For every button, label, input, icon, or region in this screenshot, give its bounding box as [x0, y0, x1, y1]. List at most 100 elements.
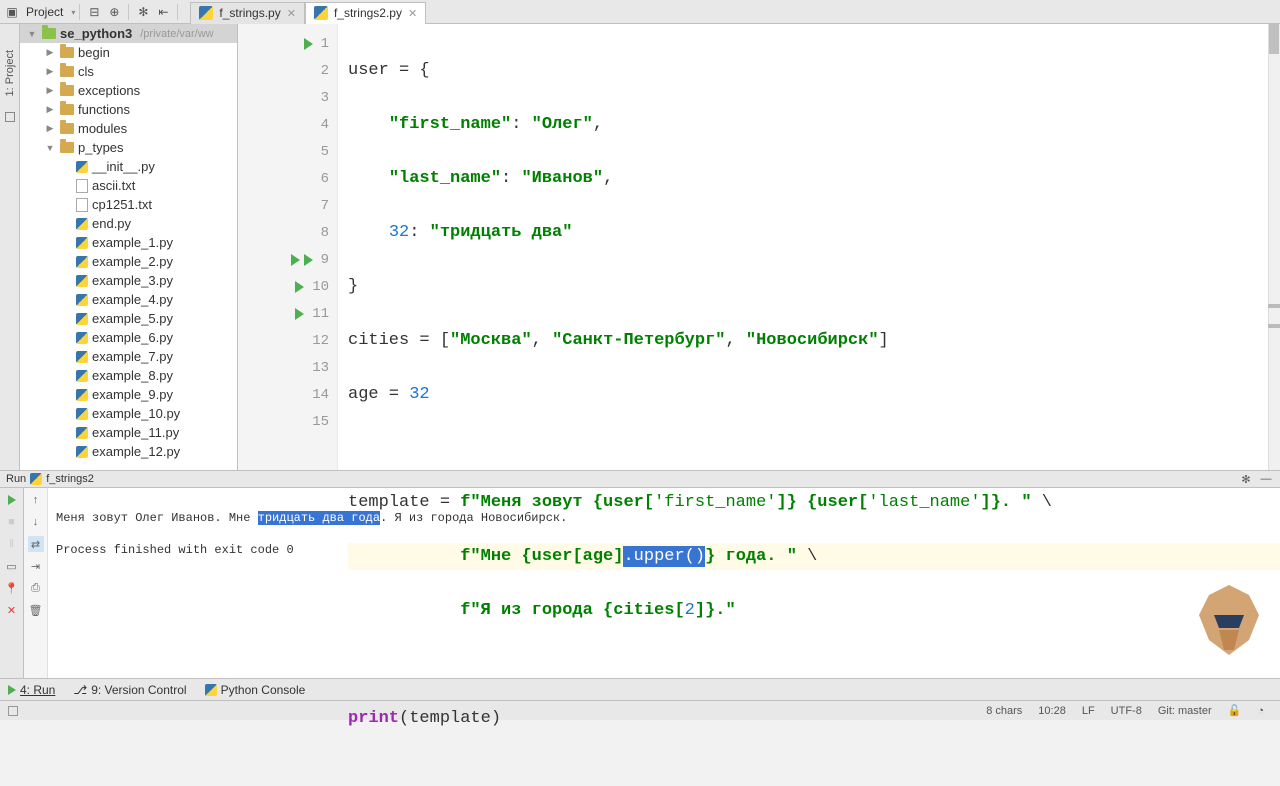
close-icon[interactable]: ✕: [408, 7, 417, 20]
rerun-icon[interactable]: [4, 492, 20, 508]
collapse-icon[interactable]: ⊟: [86, 4, 102, 20]
avatar-image: [1188, 580, 1270, 670]
tree-file[interactable]: ascii.txt: [20, 176, 237, 195]
code-text[interactable]: user = { "first_name": "Олег", "last_nam…: [338, 24, 1280, 470]
run-gutter-icon[interactable]: [295, 308, 304, 320]
vcs-tool-button[interactable]: ⎇ 9: Version Control: [73, 683, 186, 697]
python-icon: [314, 6, 328, 20]
tree-root[interactable]: ▼ se_python3 /private/var/ww: [20, 24, 237, 43]
folder-icon: [60, 142, 74, 153]
pin-icon[interactable]: 📍: [4, 580, 20, 596]
tree-file[interactable]: example_4.py: [20, 290, 237, 309]
run-tool-window: ■ ‖ ▭ 📍 ✕ ↑ ↓ ⇄ ⇥ ⎙ 🗑 Меня зовут Олег Ив…: [0, 488, 1280, 678]
python-file-icon: [76, 218, 88, 230]
run-toolbar-left: ■ ‖ ▭ 📍 ✕: [0, 488, 24, 678]
exit-message: Process finished with exit code 0: [56, 543, 294, 557]
tree-file[interactable]: example_2.py: [20, 252, 237, 271]
tab-f-strings[interactable]: f_strings.py ✕: [190, 2, 305, 24]
tree-folder[interactable]: ▶modules: [20, 119, 237, 138]
code-editor[interactable]: 1 2 3 4 5 6 7 8 9 10 11 12 13 14 15 user…: [238, 24, 1280, 470]
run-gutter-icon[interactable]: [291, 254, 300, 266]
tree-file[interactable]: example_6.py: [20, 328, 237, 347]
layout-icon[interactable]: ▭: [4, 558, 20, 574]
tree-file[interactable]: example_12.py: [20, 442, 237, 461]
python-file-icon: [76, 427, 88, 439]
project-icon[interactable]: ▣: [4, 4, 20, 20]
python-file-icon: [76, 256, 88, 268]
root-name: se_python3: [60, 26, 132, 41]
down-icon[interactable]: ↓: [28, 514, 44, 530]
run-tool-button[interactable]: 4: Run: [8, 683, 55, 697]
python-file-icon: [76, 446, 88, 458]
tree-folder[interactable]: ▼p_types: [20, 138, 237, 157]
tree-file[interactable]: example_7.py: [20, 347, 237, 366]
tree-file[interactable]: end.py: [20, 214, 237, 233]
tree-file[interactable]: __init__.py: [20, 157, 237, 176]
tab-label: f_strings2.py: [334, 6, 402, 20]
tree-file[interactable]: example_10.py: [20, 404, 237, 423]
play-icon: [8, 685, 16, 695]
tree-file[interactable]: example_1.py: [20, 233, 237, 252]
tree-file[interactable]: cp1251.txt: [20, 195, 237, 214]
folder-icon: [60, 66, 74, 77]
tree-file[interactable]: example_9.py: [20, 385, 237, 404]
python-console-button[interactable]: Python Console: [205, 683, 306, 697]
tree-file[interactable]: example_3.py: [20, 271, 237, 290]
stop-icon[interactable]: ■: [4, 514, 20, 530]
python-file-icon: [76, 275, 88, 287]
run-gutter-icon[interactable]: [295, 281, 304, 293]
close-icon[interactable]: ✕: [287, 7, 296, 20]
trash-icon[interactable]: 🗑: [28, 602, 44, 618]
tree-folder[interactable]: ▶functions: [20, 100, 237, 119]
run-label: Run: [6, 473, 26, 485]
status-indicator-icon[interactable]: [8, 706, 18, 716]
structure-tool-button[interactable]: [5, 112, 15, 122]
folder-icon: [60, 104, 74, 115]
root-path: /private/var/ww: [140, 28, 213, 40]
console-selection: тридцать два года: [258, 511, 380, 525]
tree-folder[interactable]: ▶cls: [20, 62, 237, 81]
python-file-icon: [76, 408, 88, 420]
editor-tabs: f_strings.py ✕ f_strings2.py ✕: [190, 1, 426, 23]
run-toolbar-left2: ↑ ↓ ⇄ ⇥ ⎙ 🗑: [24, 488, 48, 678]
project-dropdown[interactable]: Project: [24, 5, 73, 19]
pause-icon[interactable]: ‖: [4, 536, 20, 552]
tree-folder[interactable]: ▶exceptions: [20, 81, 237, 100]
expand-icon[interactable]: ⊕: [106, 4, 122, 20]
python-file-icon: [76, 237, 88, 249]
main-toolbar: ▣ Project ⊟ ⊕ ✻ ⇤ f_strings.py ✕ f_strin…: [0, 0, 1280, 24]
editor-scrollbar[interactable]: [1268, 24, 1280, 470]
tab-label: f_strings.py: [219, 6, 280, 20]
python-file-icon: [76, 294, 88, 306]
project-tree[interactable]: ▼ se_python3 /private/var/ww ▶begin▶cls▶…: [20, 24, 238, 470]
folder-icon: [60, 47, 74, 58]
hide-icon[interactable]: ⇤: [155, 4, 171, 20]
run-gutter-icon[interactable]: [304, 254, 313, 266]
folder-icon: [60, 123, 74, 134]
tree-file[interactable]: example_8.py: [20, 366, 237, 385]
python-file-icon: [76, 313, 88, 325]
close-icon[interactable]: ✕: [4, 602, 20, 618]
tree-folder[interactable]: ▶begin: [20, 43, 237, 62]
tab-f-strings2[interactable]: f_strings2.py ✕: [305, 2, 426, 24]
project-tool-button[interactable]: 1: Project: [4, 50, 16, 96]
run-gutter-icon[interactable]: [304, 38, 313, 50]
settings-icon[interactable]: ✻: [135, 4, 151, 20]
python-file-icon: [76, 161, 88, 173]
up-icon[interactable]: ↑: [28, 492, 44, 508]
python-file-icon: [76, 370, 88, 382]
print-icon[interactable]: ⎙: [28, 580, 44, 596]
python-icon: [30, 473, 42, 485]
python-icon: [205, 684, 217, 696]
tree-file[interactable]: example_5.py: [20, 309, 237, 328]
folder-icon: [60, 85, 74, 96]
tree-file[interactable]: example_11.py: [20, 423, 237, 442]
soft-wrap-icon[interactable]: ⇄: [28, 536, 44, 552]
run-config-name: f_strings2: [46, 473, 94, 485]
vcs-icon: ⎇: [73, 683, 87, 697]
text-file-icon: [76, 198, 88, 212]
python-icon: [199, 6, 213, 20]
text-file-icon: [76, 179, 88, 193]
console-output[interactable]: Меня зовут Олег Иванов. Мне тридцать два…: [48, 488, 1280, 678]
scroll-icon[interactable]: ⇥: [28, 558, 44, 574]
